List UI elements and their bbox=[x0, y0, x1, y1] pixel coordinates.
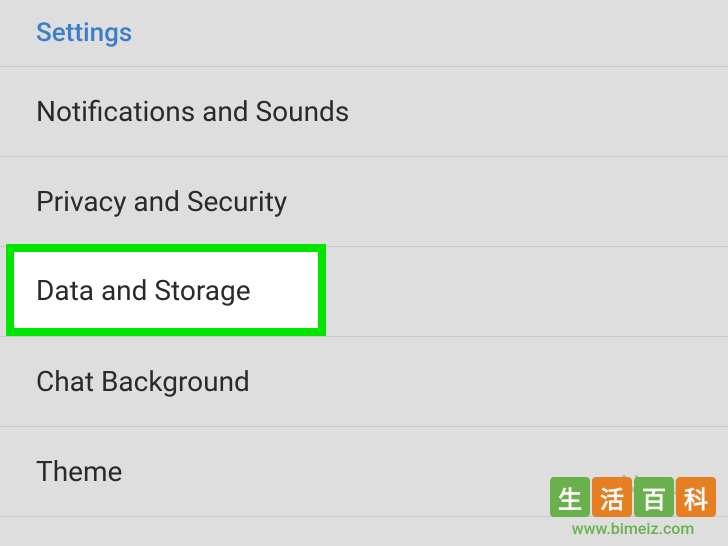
settings-item-chat-background[interactable]: Chat Background bbox=[0, 336, 728, 426]
watermark: 生 活 百 科 www.bimeiz.com bbox=[550, 477, 716, 538]
settings-item-label: Theme bbox=[36, 455, 122, 488]
watermark-char-3: 百 bbox=[634, 477, 674, 517]
highlight-label: Data and Storage bbox=[36, 274, 251, 307]
watermark-logo: 生 活 百 科 bbox=[550, 477, 716, 517]
settings-item-privacy[interactable]: Privacy and Security bbox=[0, 156, 728, 246]
settings-item-label: Chat Background bbox=[36, 365, 250, 398]
settings-item-notifications[interactable]: Notifications and Sounds bbox=[0, 66, 728, 156]
watermark-char-2: 活 bbox=[592, 477, 632, 517]
settings-item-label: Notifications and Sounds bbox=[36, 95, 349, 128]
watermark-char-1: 生 bbox=[550, 477, 590, 517]
watermark-url: www.bimeiz.com bbox=[572, 519, 695, 538]
watermark-char-4: 科 bbox=[676, 477, 716, 517]
watermark-chars: 生 活 百 科 bbox=[550, 477, 716, 517]
settings-item-label: Privacy and Security bbox=[36, 185, 287, 218]
highlight-box: Data and Storage bbox=[6, 244, 326, 336]
settings-section-header: Settings bbox=[0, 0, 728, 66]
